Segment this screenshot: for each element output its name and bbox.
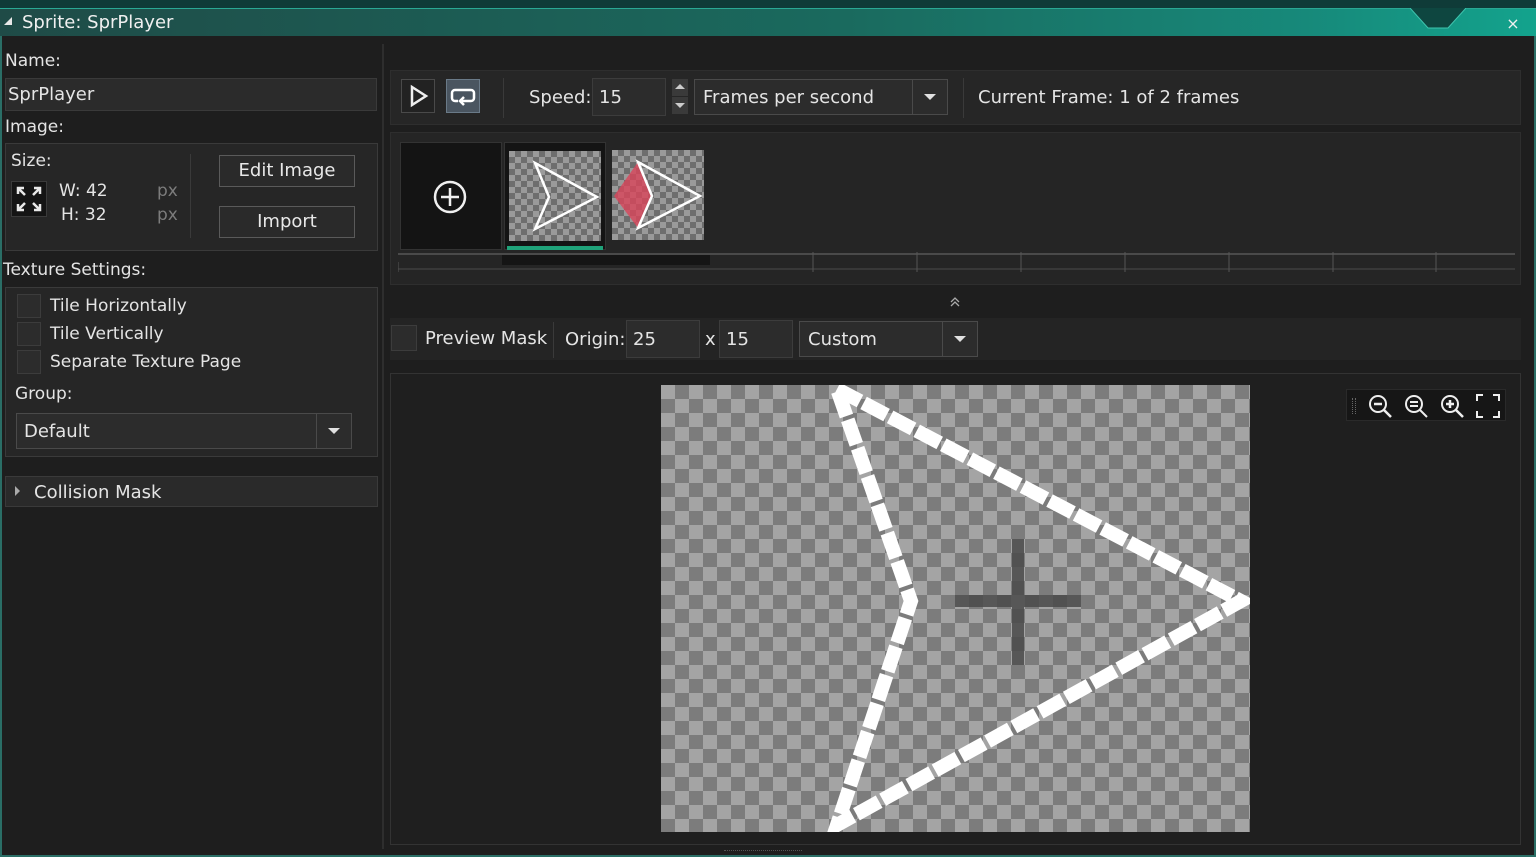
origin-preset-dropdown-button[interactable] xyxy=(942,321,978,357)
tile-horizontally-checkbox[interactable] xyxy=(17,294,41,318)
preview-mask-checkbox[interactable] xyxy=(391,325,417,351)
zoom-out-icon[interactable] xyxy=(1365,391,1395,421)
height-value: H: 32 xyxy=(61,205,107,225)
collision-mask-section[interactable]: Collision Mask xyxy=(5,476,378,507)
zoom-reset-icon[interactable] xyxy=(1401,391,1431,421)
frame-thumbnail-1 xyxy=(509,151,601,241)
speed-increment-button[interactable] xyxy=(672,79,688,96)
window-title: Sprite: SprPlayer xyxy=(22,12,174,33)
toolbar-divider xyxy=(503,78,504,118)
zoom-in-icon[interactable] xyxy=(1437,391,1467,421)
width-value: W: 42 xyxy=(59,181,108,201)
speed-label: Speed: xyxy=(529,87,592,108)
group-select-value: Default xyxy=(24,421,90,442)
origin-y-input[interactable]: 15 xyxy=(719,320,793,358)
loop-icon xyxy=(450,88,476,106)
tile-vertically-label: Tile Vertically xyxy=(50,324,164,344)
origin-x-input[interactable]: 25 xyxy=(626,320,700,358)
group-label: Group: xyxy=(15,384,73,404)
speed-mode-select[interactable]: Frames per second xyxy=(694,79,948,115)
origin-crosshair xyxy=(955,539,1081,665)
edit-image-button[interactable]: Edit Image xyxy=(219,155,355,187)
image-label: Image: xyxy=(5,117,64,137)
loop-button[interactable] xyxy=(446,79,480,113)
chevron-down-icon xyxy=(675,103,685,108)
add-circle-icon xyxy=(433,180,467,214)
titlebar-notch-decoration xyxy=(1410,8,1466,29)
bottom-resize-grip[interactable] xyxy=(724,850,802,854)
arrow-sprite-image xyxy=(532,160,600,232)
texture-settings-label: Texture Settings: xyxy=(3,260,147,280)
height-unit: px xyxy=(157,205,178,225)
play-button[interactable] xyxy=(401,79,435,113)
origin-separator: x xyxy=(705,329,716,350)
speed-input[interactable]: 15 xyxy=(592,78,666,116)
expand-arrow-icon xyxy=(15,486,20,496)
group-dropdown-button[interactable] xyxy=(316,413,352,449)
width-unit: px xyxy=(157,181,178,201)
current-frame-text: Current Frame: 1 of 2 frames xyxy=(978,87,1240,108)
preview-mask-label: Preview Mask xyxy=(425,328,548,349)
fit-screen-icon[interactable] xyxy=(1473,391,1503,421)
tile-horizontally-label: Tile Horizontally xyxy=(50,296,187,316)
chevron-up-icon xyxy=(675,84,685,89)
panel-splitter[interactable] xyxy=(382,44,384,849)
close-button[interactable]: × xyxy=(1502,13,1524,35)
add-frame-button[interactable] xyxy=(400,142,502,250)
window-top-strip xyxy=(0,0,1536,8)
sprite-preview-canvas[interactable] xyxy=(661,374,1256,840)
collapse-triangle-icon[interactable] xyxy=(4,17,12,25)
arrow-sprite-image xyxy=(614,159,703,231)
window-titlebar[interactable] xyxy=(0,8,1536,36)
chevron-down-icon xyxy=(328,428,340,434)
chevron-down-icon xyxy=(924,94,936,100)
toolbar-grip[interactable] xyxy=(1352,398,1356,414)
collision-mask-label: Collision Mask xyxy=(34,482,162,503)
size-label: Size: xyxy=(11,151,52,171)
name-input[interactable]: SprPlayer xyxy=(5,78,377,111)
frame-thumbnail-selected[interactable] xyxy=(504,142,606,250)
tile-vertically-checkbox[interactable] xyxy=(17,322,41,346)
chevron-down-icon xyxy=(954,336,966,342)
speed-mode-dropdown-button[interactable] xyxy=(912,79,948,115)
frame-thumbnail-2[interactable] xyxy=(612,150,704,240)
toolbar-divider xyxy=(553,322,554,358)
separate-texture-page-label: Separate Texture Page xyxy=(50,352,242,372)
resize-icon[interactable] xyxy=(11,181,47,217)
speed-decrement-button[interactable] xyxy=(672,97,688,114)
play-icon xyxy=(410,84,429,108)
separate-texture-page-checkbox[interactable] xyxy=(17,350,41,374)
selected-frame-indicator xyxy=(507,246,603,250)
zoom-toolbar xyxy=(1346,389,1506,421)
toolbar-divider xyxy=(963,78,964,118)
origin-label: Origin: xyxy=(565,329,626,350)
collapse-up-icon[interactable] xyxy=(949,296,961,308)
name-label: Name: xyxy=(5,51,61,71)
group-select[interactable]: Default xyxy=(16,413,352,449)
import-button[interactable]: Import xyxy=(219,206,355,238)
frames-timeline[interactable] xyxy=(398,252,1515,272)
image-panel-divider xyxy=(190,154,191,238)
arrow-sprite-image xyxy=(824,374,1256,840)
